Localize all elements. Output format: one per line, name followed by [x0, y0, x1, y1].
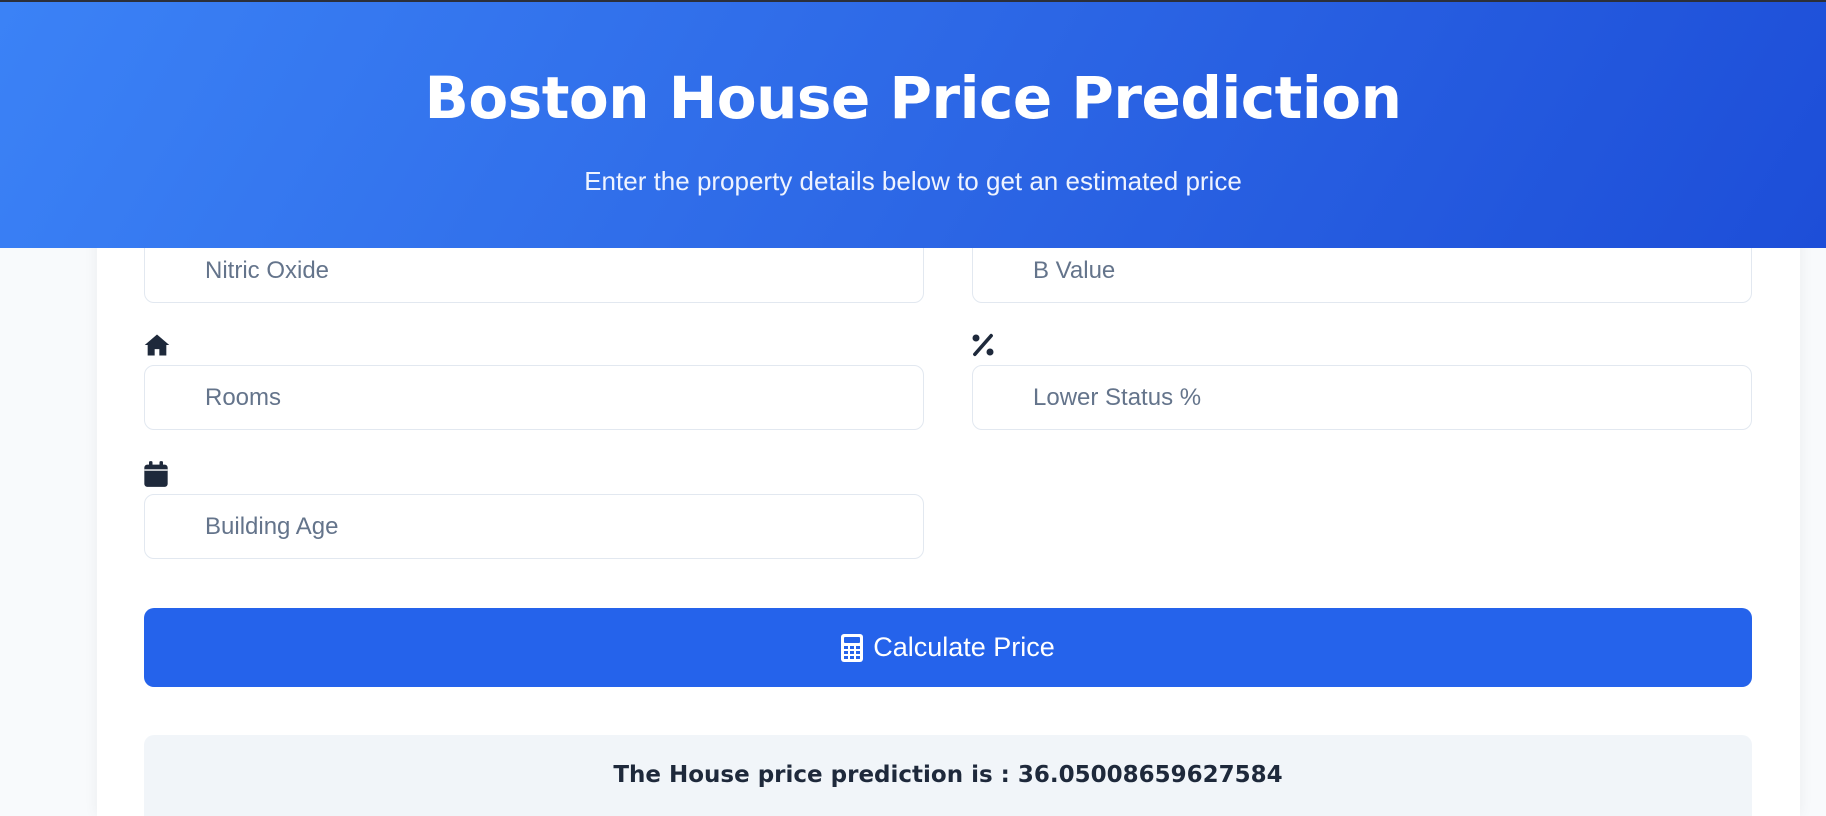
page-title: Boston House Price Prediction	[424, 64, 1402, 132]
calculator-icon	[841, 633, 864, 662]
calculate-price-button[interactable]: Calculate Price	[144, 608, 1752, 687]
calendar-icon	[144, 461, 168, 487]
calculate-price-label: Calculate Price	[873, 632, 1055, 662]
lower-status-input[interactable]	[972, 365, 1752, 430]
prediction-result-box: The House price prediction is : 36.05008…	[144, 735, 1752, 816]
page-subtitle: Enter the property details below to get …	[584, 166, 1242, 196]
building-age-input[interactable]	[144, 494, 924, 559]
rooms-input[interactable]	[144, 365, 924, 430]
page-header: Boston House Price Prediction Enter the …	[0, 0, 1826, 248]
page: Calculate Price The House price predicti…	[0, 0, 1826, 816]
percent-icon	[972, 333, 994, 357]
house-icon	[144, 334, 170, 356]
prediction-result-text: The House price prediction is : 36.05008…	[613, 762, 1283, 788]
